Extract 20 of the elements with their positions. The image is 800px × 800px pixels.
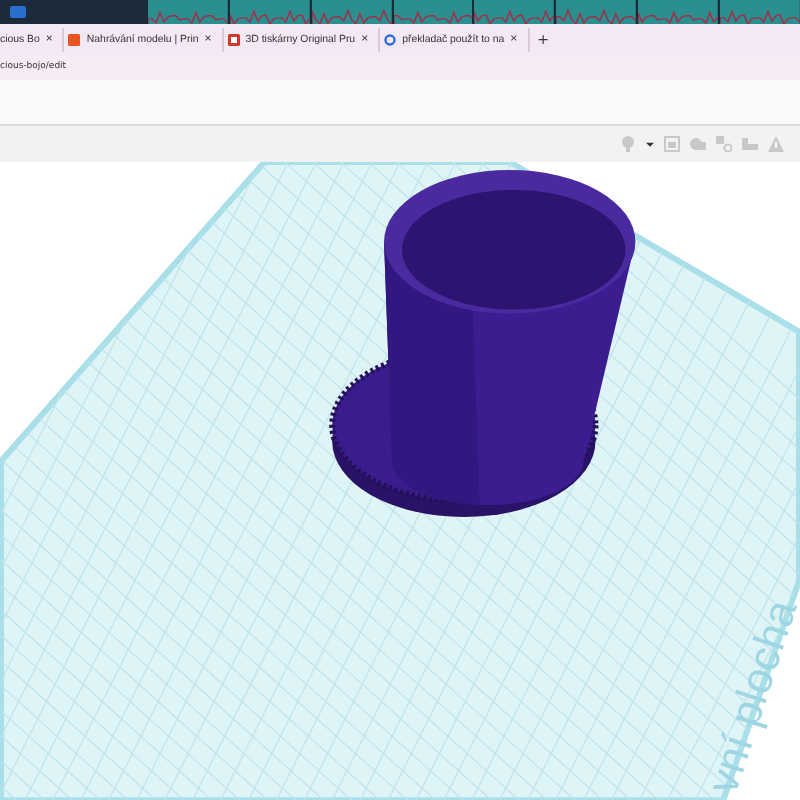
workplane-label: vní plocha bbox=[697, 593, 800, 800]
flip-icon[interactable] bbox=[742, 135, 758, 152]
usage-graph bbox=[147, 0, 228, 24]
shapes-icon[interactable] bbox=[690, 135, 706, 152]
view-icon[interactable] bbox=[664, 135, 680, 152]
app-icon[interactable] bbox=[10, 6, 26, 18]
align-icon[interactable] bbox=[716, 135, 732, 152]
warning-icon[interactable] bbox=[768, 135, 784, 152]
site-icon bbox=[227, 33, 240, 46]
usage-graph bbox=[393, 0, 473, 24]
usage-graph bbox=[474, 0, 555, 24]
google-icon bbox=[384, 33, 397, 46]
caret-icon[interactable] bbox=[646, 139, 654, 148]
usage-graph bbox=[720, 0, 800, 24]
usage-graph bbox=[638, 0, 719, 24]
usage-graph bbox=[229, 0, 310, 24]
usage-graph bbox=[311, 0, 392, 24]
light-bulb-icon[interactable] bbox=[620, 135, 636, 152]
site-icon bbox=[68, 33, 81, 46]
usage-graph bbox=[556, 0, 637, 24]
